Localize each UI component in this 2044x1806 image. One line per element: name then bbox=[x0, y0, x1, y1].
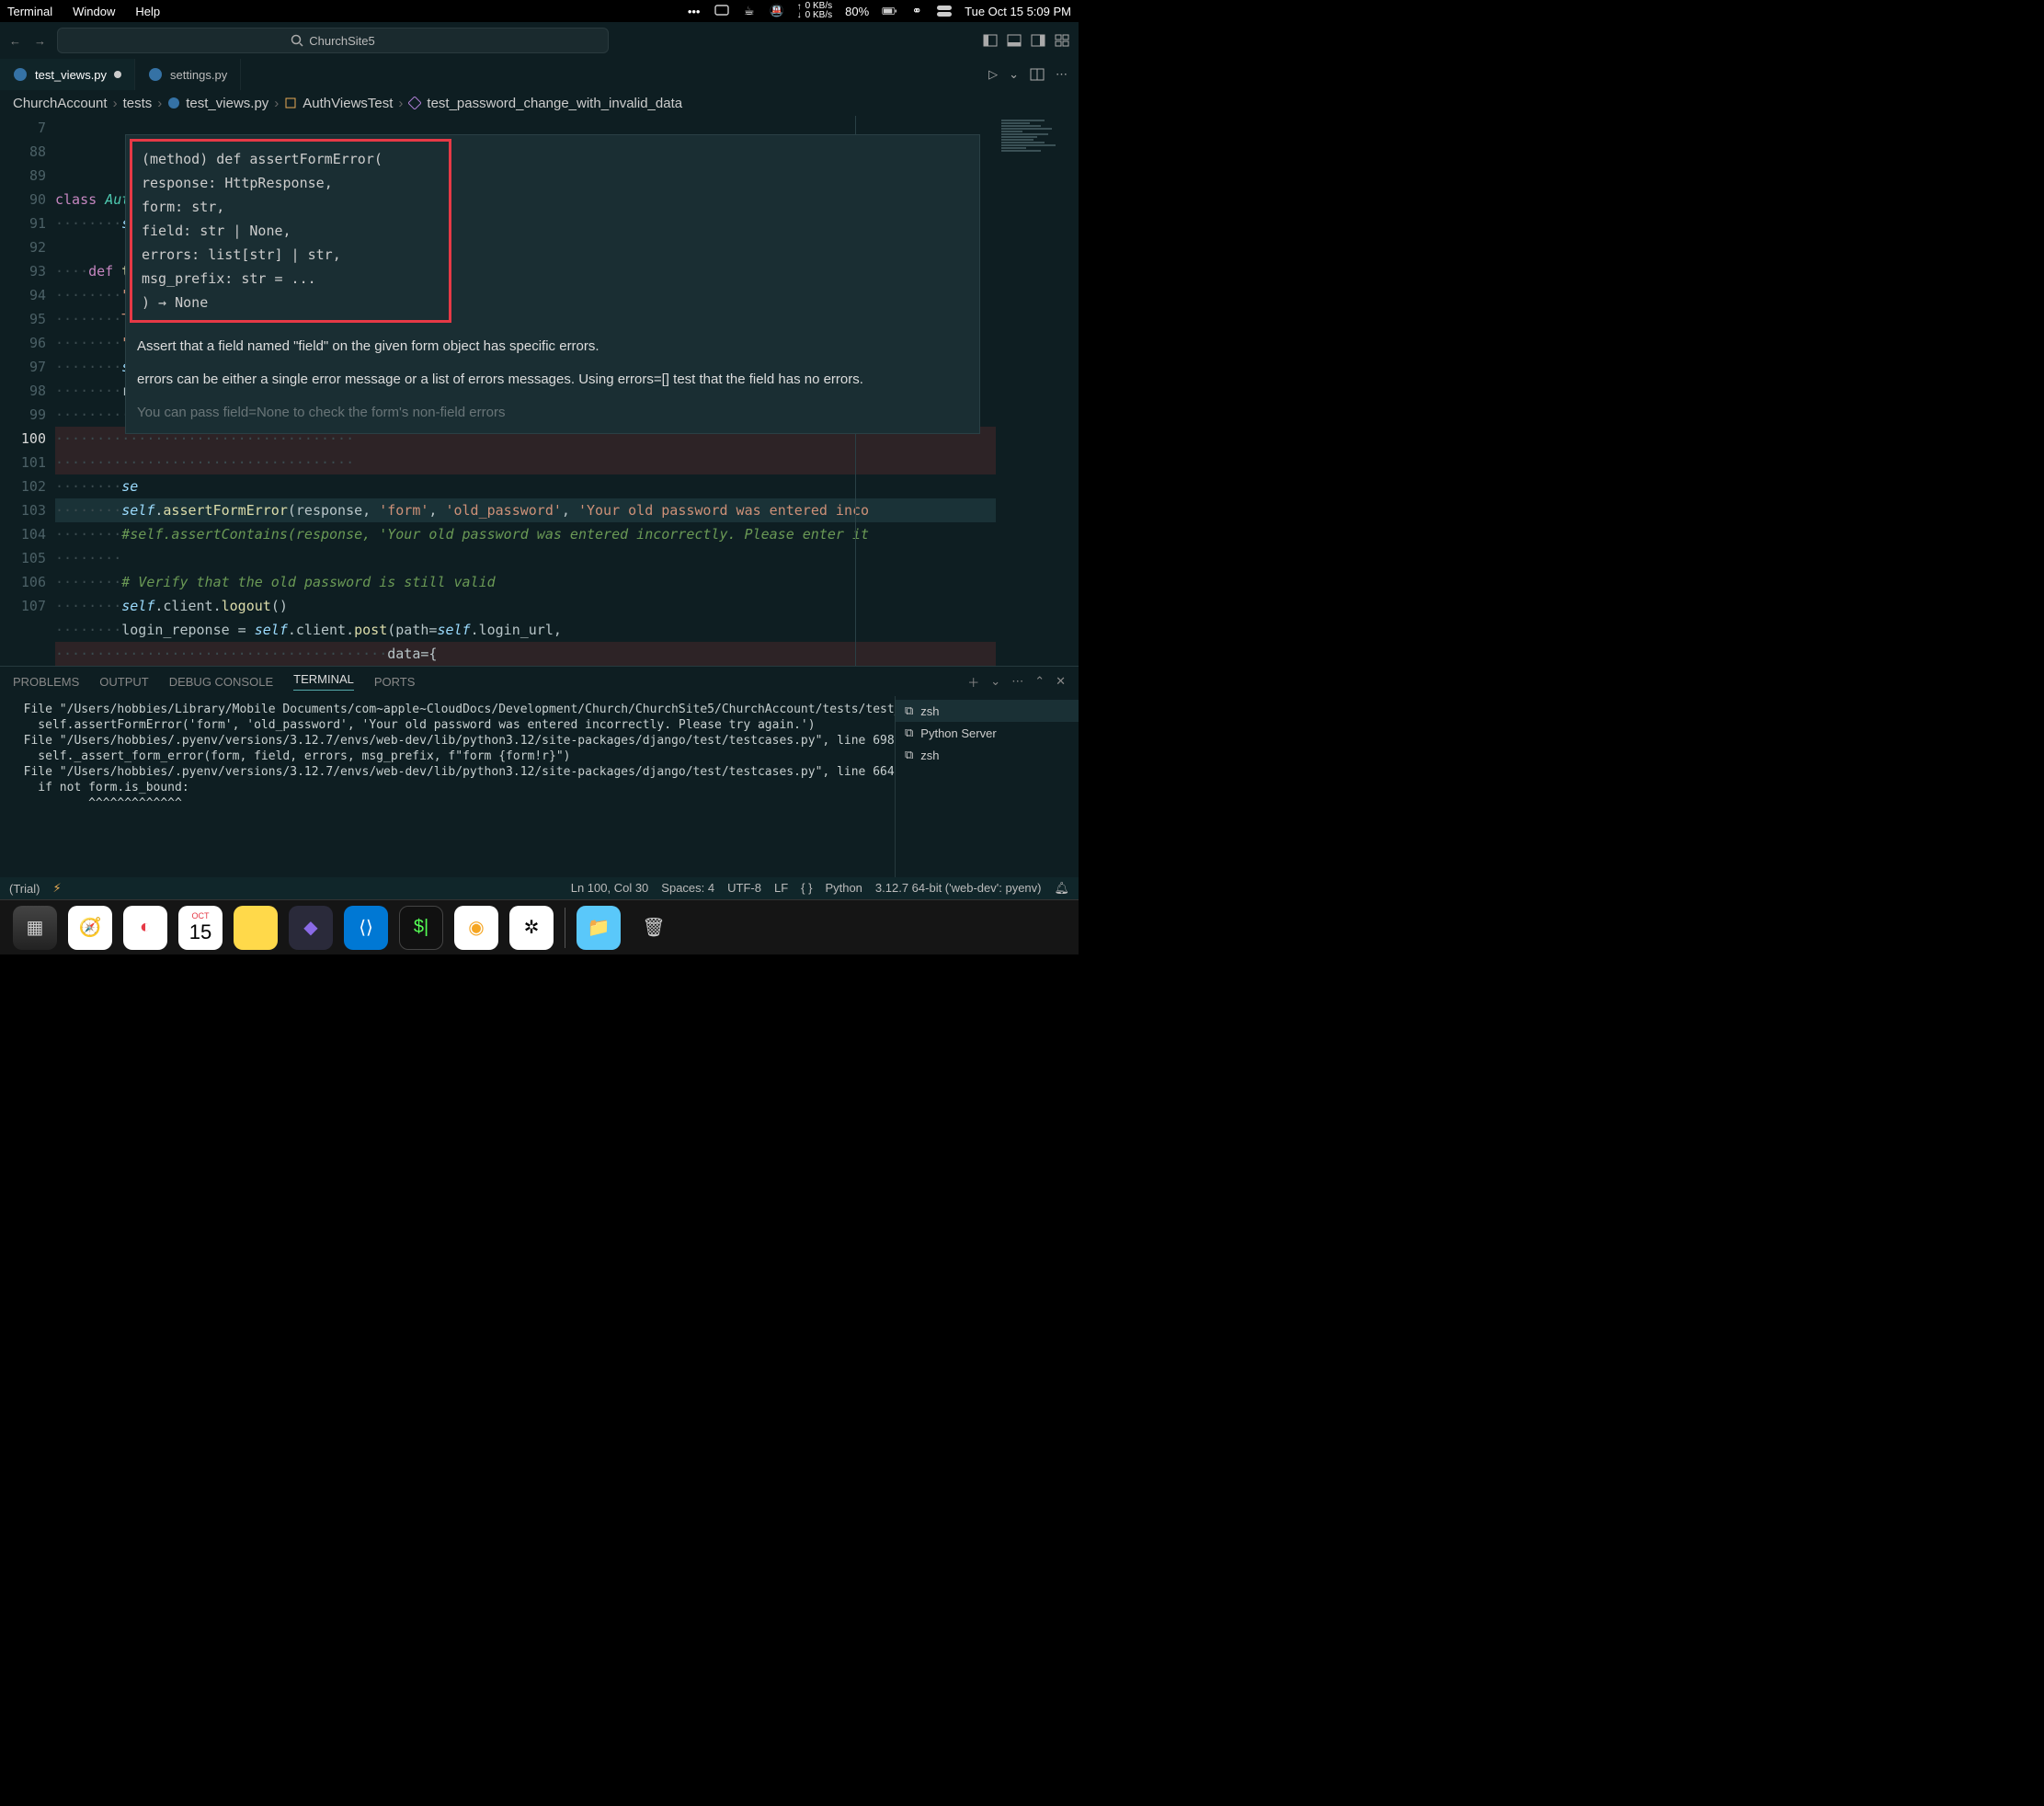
battery-icon[interactable] bbox=[882, 4, 896, 18]
panel-tab-debug[interactable]: DEBUG CONSOLE bbox=[169, 675, 273, 689]
control-center-icon[interactable] bbox=[937, 4, 952, 18]
macos-dock: ▦ 🧭 ◐ OCT 15 ◆ ⟨⟩ $| ◉ ✲ 📁 🗑 bbox=[0, 899, 1079, 954]
bell-icon[interactable]: 🔔︎ bbox=[1054, 881, 1069, 896]
chatgpt-icon[interactable]: ✲ bbox=[509, 906, 554, 950]
status-position[interactable]: Ln 100, Col 30 bbox=[571, 881, 649, 896]
launchpad-icon[interactable]: ▦ bbox=[13, 906, 57, 950]
python-icon bbox=[167, 97, 180, 109]
python-icon bbox=[148, 67, 163, 82]
tab-label: settings.py bbox=[170, 68, 227, 82]
breadcrumb-item[interactable]: tests bbox=[123, 96, 153, 111]
titlebar: ← → ChurchSite5 bbox=[0, 22, 1079, 59]
obsidian-icon[interactable]: ◆ bbox=[289, 906, 333, 950]
terminal-item[interactable]: ⧉ zsh bbox=[896, 744, 1079, 766]
terminal-item[interactable]: ⧉ zsh bbox=[896, 700, 1079, 722]
status-eol[interactable]: LF bbox=[774, 881, 788, 896]
link-icon[interactable]: ⚭ bbox=[909, 4, 924, 18]
panel-tab-terminal[interactable]: TERMINAL bbox=[293, 672, 354, 691]
status-interpreter[interactable]: 3.12.7 64-bit ('web-dev': pyenv) bbox=[875, 881, 1042, 896]
activity-icon[interactable]: ◐ bbox=[123, 906, 167, 950]
search-text: ChurchSite5 bbox=[309, 34, 375, 48]
search-icon bbox=[291, 34, 303, 47]
line-gutter: 7888990919293949596979899100101102103104… bbox=[0, 116, 55, 666]
train-icon[interactable]: 🚇 bbox=[770, 4, 784, 18]
terminal-list: ⧉ zsh ⧉ Python Server ⧉ zsh bbox=[895, 696, 1079, 877]
ellipsis-icon[interactable]: ••• bbox=[687, 4, 702, 18]
macos-menubar: Terminal Window Help ••• ☕︎ 🚇 ↑↓ 0 KB/s0… bbox=[0, 0, 1079, 22]
signature-help-popup: (method) def assertFormError( response: … bbox=[125, 134, 980, 434]
minimap[interactable] bbox=[996, 116, 1079, 666]
menu-help[interactable]: Help bbox=[135, 5, 160, 18]
sig-doc-line: errors can be either a single error mess… bbox=[137, 369, 968, 391]
vscode-window: ← → ChurchSite5 test_views.py settings.p… bbox=[0, 22, 1079, 899]
editor[interactable]: 7888990919293949596979899100101102103104… bbox=[0, 116, 1079, 666]
panel-tab-output[interactable]: OUTPUT bbox=[99, 675, 148, 689]
minimap-content bbox=[1001, 120, 1073, 153]
method-icon bbox=[408, 97, 421, 109]
panel-bottom-icon[interactable] bbox=[1007, 34, 1022, 47]
battery-percent[interactable]: 80% bbox=[845, 5, 869, 18]
split-editor-icon[interactable] bbox=[1030, 68, 1045, 81]
menu-window[interactable]: Window bbox=[73, 5, 115, 18]
status-language[interactable]: Python bbox=[825, 881, 862, 896]
chevron-down-icon[interactable]: ⌄ bbox=[1009, 67, 1019, 82]
terminal-item[interactable]: ⧉ Python Server bbox=[896, 722, 1079, 744]
screen-icon[interactable] bbox=[714, 4, 729, 18]
tab-label: test_views.py bbox=[35, 68, 107, 82]
terminal-icon: ⧉ bbox=[905, 726, 913, 740]
tab-settings[interactable]: settings.py bbox=[135, 59, 241, 90]
panel-tabs: PROBLEMS OUTPUT DEBUG CONSOLE TERMINAL P… bbox=[0, 667, 1079, 696]
python-icon bbox=[13, 67, 28, 82]
clock[interactable]: Tue Oct 15 5:09 PM bbox=[965, 5, 1071, 18]
more-icon[interactable]: ⋯ bbox=[1011, 674, 1023, 689]
braces-icon[interactable]: { } bbox=[801, 881, 812, 896]
panel-left-icon[interactable] bbox=[983, 34, 998, 47]
trash-icon[interactable]: 🗑 bbox=[632, 906, 676, 950]
notes-icon[interactable] bbox=[234, 906, 278, 950]
nav-back-icon[interactable]: ← bbox=[9, 34, 21, 48]
statusbar: (Trial) ⚡︎ Ln 100, Col 30 Spaces: 4 UTF-… bbox=[0, 877, 1079, 899]
nav-forward-icon[interactable]: → bbox=[34, 34, 46, 48]
sig-doc-line: You can pass field=None to check the for… bbox=[137, 402, 968, 424]
panel-right-icon[interactable] bbox=[1031, 34, 1045, 47]
dirty-indicator-icon bbox=[114, 71, 121, 78]
panel-tab-ports[interactable]: PORTS bbox=[374, 675, 416, 689]
panel-tab-problems[interactable]: PROBLEMS bbox=[13, 675, 79, 689]
command-center[interactable]: ChurchSite5 bbox=[57, 28, 609, 53]
safari-icon[interactable]: 🧭 bbox=[68, 906, 112, 950]
calendar-icon[interactable]: OCT 15 bbox=[178, 906, 223, 950]
terminal-icon: ⧉ bbox=[905, 703, 913, 718]
coffee-icon[interactable]: ☕︎ bbox=[742, 4, 757, 18]
terminal-dropdown-icon[interactable]: ⌄ bbox=[990, 674, 1000, 689]
status-encoding[interactable]: UTF-8 bbox=[727, 881, 761, 896]
menu-terminal[interactable]: Terminal bbox=[7, 5, 52, 18]
tableplus-icon[interactable]: ◉ bbox=[454, 906, 498, 950]
layout-icon[interactable] bbox=[1055, 34, 1069, 47]
run-icon[interactable]: ▷ bbox=[988, 67, 998, 82]
terminal-output[interactable]: File "/Users/hobbies/Library/Mobile Docu… bbox=[0, 696, 895, 877]
terminal-app-icon[interactable]: $| bbox=[399, 906, 443, 950]
breadcrumbs[interactable]: ChurchAccount › tests › test_views.py › … bbox=[0, 90, 1079, 116]
net-stats: ↑↓ 0 KB/s0 KB/s bbox=[797, 2, 832, 20]
tab-test-views[interactable]: test_views.py bbox=[0, 59, 135, 90]
status-trial[interactable]: (Trial) bbox=[9, 882, 40, 896]
signature-box: (method) def assertFormError( response: … bbox=[130, 139, 451, 323]
breadcrumb-item[interactable]: test_views.py bbox=[186, 96, 268, 111]
breadcrumb-item[interactable]: ChurchAccount bbox=[13, 96, 108, 111]
class-icon bbox=[284, 97, 297, 109]
new-terminal-icon[interactable]: ＋ bbox=[967, 673, 979, 691]
status-spaces[interactable]: Spaces: 4 bbox=[661, 881, 714, 896]
bolt-icon[interactable]: ⚡︎ bbox=[52, 881, 61, 896]
bottom-panel: PROBLEMS OUTPUT DEBUG CONSOLE TERMINAL P… bbox=[0, 666, 1079, 877]
editor-tabs: test_views.py settings.py ▷ ⌄ ⋯ bbox=[0, 59, 1079, 90]
vscode-icon[interactable]: ⟨⟩ bbox=[344, 906, 388, 950]
more-icon[interactable]: ⋯ bbox=[1056, 67, 1068, 82]
close-panel-icon[interactable]: ✕ bbox=[1056, 674, 1066, 689]
maximize-panel-icon[interactable]: ⌃ bbox=[1034, 674, 1045, 689]
breadcrumb-item[interactable]: AuthViewsTest bbox=[303, 96, 393, 111]
downloads-icon[interactable]: 📁 bbox=[577, 906, 621, 950]
breadcrumb-item[interactable]: test_password_change_with_invalid_data bbox=[427, 96, 682, 111]
sig-doc-line: Assert that a field named "field" on the… bbox=[137, 336, 968, 358]
terminal-icon: ⧉ bbox=[905, 748, 913, 762]
